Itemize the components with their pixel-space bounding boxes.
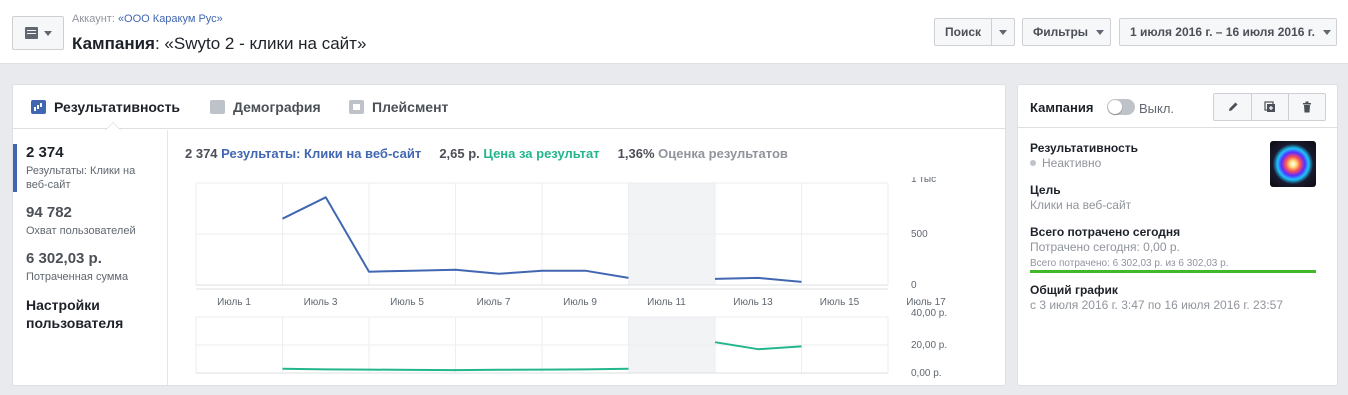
campaign-actions	[1213, 93, 1326, 121]
metric-value: 94 782	[26, 204, 72, 221]
spent-total: Всего потрачено: 6 302,03 р. из 6 302,03…	[1030, 258, 1229, 269]
x-tick-label: Июль 11	[647, 297, 686, 308]
tab-demographics-label: Демография	[233, 99, 321, 115]
budget-progress-fill	[1030, 270, 1316, 273]
top-bar: Аккаунт: «ООО Каракум Рус» Кампания: «Sw…	[0, 0, 1348, 64]
filters-button-label: Фильтры	[1033, 25, 1089, 39]
placement-icon	[349, 100, 364, 114]
date-range-label: 1 июля 2016 г. – 16 июля 2016 г.	[1130, 25, 1315, 39]
y-tick-label: 0,00 р.	[911, 368, 942, 379]
results-count: 2 374	[185, 146, 218, 161]
status-dot-icon	[1030, 160, 1036, 166]
schedule-block: Общий график с 3 июля 2016 г. 3:47 по 16…	[1030, 283, 1320, 313]
performance-status-text: Неактивно	[1042, 156, 1102, 170]
duplicate-icon	[1264, 101, 1275, 112]
bar-chart-icon	[31, 100, 46, 114]
performance-charts: 1 тыс 500 0 40,00 р. 20,00 р. 0,00 р. Июль 1 Ию…	[195, 177, 947, 379]
series-line	[714, 341, 802, 351]
x-tick-label: Июль 15	[820, 297, 860, 308]
chevron-down-icon	[43, 30, 52, 36]
metrics-list: 2 374 Результаты: Клики на веб-сайт 94 7…	[13, 130, 168, 385]
account-line: Аккаунт: «ООО Каракум Рус»	[72, 13, 223, 25]
rate-legend[interactable]: Оценка результатов	[658, 146, 788, 161]
chevron-down-icon	[999, 29, 1007, 35]
insights-tabs: Результативность Демография Плейсмент	[13, 85, 1005, 130]
metric-label: Потраченная сумма	[26, 271, 129, 283]
user-settings-link[interactable]: Настройки пользователя	[26, 296, 156, 332]
toggle-label: Выкл.	[1139, 101, 1175, 116]
metric-value: 6 302,03 р.	[26, 250, 102, 267]
chart-summary: 2 374 Результаты: Клики на веб-сайт 2,65…	[185, 146, 788, 161]
trash-icon	[1303, 101, 1311, 113]
page-title: Кампания: «Swyto 2 - клики на сайт»	[72, 34, 366, 54]
goal-block: Цель Клики на веб-сайт	[1030, 183, 1320, 213]
active-tab-indicator	[105, 122, 121, 130]
metric-label: Охват пользователей	[26, 225, 136, 237]
schedule-label: Общий график	[1030, 283, 1118, 297]
search-button-label: Поиск	[945, 25, 982, 39]
x-tick-label: Июль 7	[477, 297, 511, 308]
ad-thumbnail[interactable]	[1270, 141, 1316, 187]
x-tick-label: Июль 9	[563, 297, 597, 308]
results-legend[interactable]: Результаты: Клики на веб-сайт	[221, 146, 421, 161]
series-line	[714, 276, 802, 283]
metric-label: Результаты: Клики на веб-сайт	[26, 165, 136, 191]
x-tick-label: Июль 5	[390, 297, 424, 308]
account-prefix: Аккаунт:	[72, 13, 115, 25]
y-tick-label: 40,00 р.	[911, 308, 947, 319]
chevron-down-icon	[1096, 29, 1105, 35]
insights-panel: Результативность Демография Плейсмент 2 …	[12, 84, 1006, 386]
goal-value: Клики на веб-сайт	[1030, 198, 1132, 212]
date-range-picker[interactable]: 1 июля 2016 г. – 16 июля 2016 г.	[1119, 18, 1337, 46]
spent-label: Всего потрачено сегодня	[1030, 225, 1181, 239]
y-tick-label: 20,00 р.	[911, 340, 947, 351]
budget-progress-bar	[1030, 270, 1316, 273]
campaign-icon	[24, 27, 38, 39]
x-tick-label: Июль 3	[304, 297, 338, 308]
tab-placement[interactable]: Плейсмент	[349, 99, 448, 115]
duplicate-button[interactable]	[1251, 94, 1288, 120]
x-tick-label: Июль 13	[733, 297, 773, 308]
x-tick-label: Июль 1	[217, 297, 251, 308]
tab-placement-label: Плейсмент	[372, 99, 449, 115]
y-tick-label: 0	[911, 280, 917, 291]
search-dropdown-button[interactable]	[991, 18, 1015, 46]
cost-legend[interactable]: Цена за результат	[483, 146, 599, 161]
delete-button[interactable]	[1288, 94, 1325, 120]
chevron-down-icon	[1322, 29, 1331, 35]
rate-value: 1,36%	[617, 146, 655, 161]
metric-reach[interactable]: 94 782 Охват пользователей	[13, 204, 163, 238]
spent-block: Всего потрачено сегодня Потрачено сегодн…	[1030, 225, 1320, 273]
y-tick-label: 500	[911, 229, 928, 240]
campaign-side-panel: Кампания Выкл. Результативность Неактивн…	[1017, 84, 1338, 386]
tab-performance-label: Результативность	[54, 99, 181, 115]
schedule-value: с 3 июля 2016 г. 3:47 по 16 июля 2016 г.…	[1030, 298, 1284, 312]
cost-value: 2,65 р.	[439, 146, 480, 161]
x-tick-label: Июль 17	[906, 297, 946, 308]
account-link[interactable]: «ООО Каракум Рус»	[118, 13, 223, 25]
campaign-status-toggle[interactable]	[1107, 99, 1135, 115]
side-panel-title: Кампания	[1030, 100, 1094, 115]
spent-today: Потрачено сегодня: 0,00 р.	[1030, 240, 1180, 254]
search-button[interactable]: Поиск	[934, 18, 992, 46]
side-panel-header: Кампания Выкл.	[1018, 85, 1337, 128]
metric-results[interactable]: 2 374 Результаты: Клики на веб-сайт	[13, 144, 163, 192]
pencil-icon	[1228, 102, 1237, 111]
page-title-name: : «Swyto 2 - клики на сайт»	[154, 34, 367, 53]
campaign-menu-button[interactable]	[12, 16, 64, 50]
edit-button[interactable]	[1214, 94, 1251, 120]
tab-performance[interactable]: Результативность	[31, 99, 180, 115]
page-title-prefix: Кампания	[72, 34, 155, 53]
people-icon	[210, 100, 225, 114]
tab-demographics[interactable]: Демография	[210, 99, 321, 115]
metric-value: 2 374	[26, 144, 64, 161]
filters-button[interactable]: Фильтры	[1022, 18, 1111, 46]
metric-spent[interactable]: 6 302,03 р. Потраченная сумма	[13, 250, 163, 284]
y-tick-label: 1 тыс	[911, 177, 936, 185]
